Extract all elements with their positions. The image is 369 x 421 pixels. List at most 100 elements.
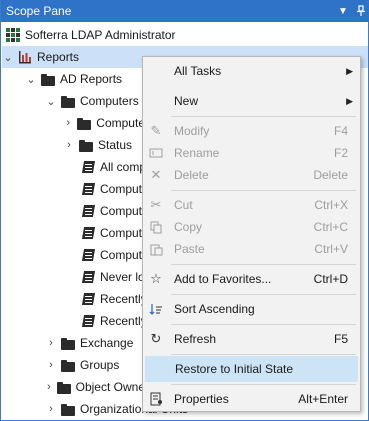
tree-item-report[interactable]: All compu [77,156,145,178]
tree-item-label: Compute [100,204,145,218]
menu-item-properties[interactable]: Properties Alt+Enter [145,386,358,412]
chevron-down-icon[interactable]: ▼ [334,0,352,22]
folder-icon [60,93,76,109]
menu-shortcut: F2 [333,146,348,160]
submenu-arrow-icon: ▶ [346,65,353,76]
tree-item-label: Computers [80,94,139,108]
tree-item-label: All compu [100,160,145,174]
menu-separator [171,190,356,191]
tree-item-computers[interactable]: ⌄ Computers [45,90,145,112]
tree-item-label: Compute [100,248,145,262]
chevron-down-icon[interactable]: ⌄ [45,90,57,112]
refresh-icon: ↻ [150,331,162,346]
tree-item-report[interactable]: Recently [77,288,145,310]
folder-icon [60,401,76,417]
menu-separator [171,116,356,117]
menu-item-label: Modify [174,124,210,138]
tree-item-label: Softerra LDAP Administrator [25,28,176,42]
report-icon [80,269,96,285]
pane-title: Scope Pane [6,4,72,18]
menu-item-label: Delete [174,168,209,182]
tree-item-label: AD Reports [60,72,123,86]
menu-shortcut: Ctrl+D [313,272,348,286]
tree-item-groups[interactable]: › Groups [45,354,145,376]
menu-shortcut: Ctrl+V [314,242,348,256]
tree-item-label: Object Owne [75,380,145,394]
tree-item-object-owners[interactable]: › Object Owne [45,376,145,398]
submenu-arrow-icon: ▶ [346,95,353,106]
folder-icon [60,357,76,373]
menu-shortcut: Ctrl+X [314,198,348,212]
folder-icon [56,379,72,395]
menu-shortcut: Ctrl+C [313,220,348,234]
menu-separator [171,324,356,325]
tree-item-label: Groups [80,358,120,372]
menu-separator [171,294,356,295]
menu-separator [171,354,356,355]
chevron-right-icon[interactable]: › [63,134,75,156]
tree-item-report[interactable]: Compute [77,244,145,266]
menu-item-label: Cut [174,198,193,212]
bar-chart-icon [17,49,33,65]
menu-item-label: Rename [174,146,220,160]
menu-item-restore-initial-state[interactable]: Restore to Initial State [145,356,358,382]
menu-item-all-tasks[interactable]: All Tasks ▶ [145,58,358,84]
paste-icon [145,236,167,262]
menu-shortcut: F5 [333,332,348,346]
menu-item-add-to-favorites[interactable]: ☆ Add to Favorites... Ctrl+D [145,266,358,292]
menu-item-paste[interactable]: Paste Ctrl+V [145,236,358,262]
tree-item-label: Compute [96,116,145,130]
folder-icon [40,71,56,87]
tree-item-computers-sub[interactable]: › Compute [63,112,145,134]
tree-item-label: Never lo [100,270,145,284]
pane-titlebar: Scope Pane ▼ [1,0,369,22]
folder-icon [60,335,76,351]
tree-item-label: Compute [100,182,145,196]
tree-item-exchange[interactable]: › Exchange [45,332,145,354]
close-icon: ✕ [150,167,162,182]
tree-item-report[interactable]: Recently [77,310,145,332]
menu-item-new[interactable]: New ▶ [145,88,358,114]
menu-shortcut: Alt+Enter [298,392,348,406]
tree-item-report[interactable]: Compute [77,222,145,244]
chevron-right-icon[interactable]: › [45,376,53,398]
tree-item-label: Recently [100,292,145,306]
chevron-right-icon[interactable]: › [63,112,73,134]
menu-item-refresh[interactable]: ↻ Refresh F5 [145,326,358,352]
menu-separator [171,264,356,265]
menu-item-label: Paste [174,242,205,256]
tree-item-report[interactable]: Compute [77,178,145,200]
tree-item-report[interactable]: Compute [77,200,145,222]
menu-item-sort-ascending[interactable]: Sort Ascending [145,296,358,322]
tree-item-ad-reports[interactable]: ⌄ AD Reports [25,68,145,90]
app-grid-icon [5,27,21,43]
chevron-right-icon[interactable]: › [45,332,57,354]
tree-item-label: Status [98,138,133,152]
properties-icon [145,386,167,412]
menu-item-label: Refresh [174,332,217,346]
report-icon [80,291,96,307]
tree-item-status[interactable]: › Status [63,134,145,156]
chevron-down-icon[interactable]: ⌄ [2,46,14,68]
tree-item-label: Recently [100,314,145,328]
report-icon [80,181,96,197]
tree-item-report[interactable]: Never lo [77,266,145,288]
menu-shortcut: Delete [313,168,348,182]
report-icon [80,159,96,175]
folder-icon [76,115,92,131]
report-icon [80,313,96,329]
chevron-down-icon[interactable]: ⌄ [25,68,37,90]
chevron-right-icon[interactable]: › [45,398,57,420]
menu-shortcut: F4 [333,124,348,138]
menu-separator [171,384,356,385]
chevron-right-icon[interactable]: › [45,354,57,376]
menu-item-delete[interactable]: ✕ Delete Delete [145,162,358,188]
report-icon [80,225,96,241]
folder-icon [78,137,94,153]
report-icon [80,203,96,219]
tree-item-root[interactable]: Softerra LDAP Administrator [2,24,368,46]
menu-item-label: Properties [174,392,229,406]
pin-icon[interactable] [352,0,369,22]
context-menu: All Tasks ▶ New ▶ ✎ Modify F4 Rename F2 … [142,56,361,412]
tree-item-label: Reports [37,50,80,64]
